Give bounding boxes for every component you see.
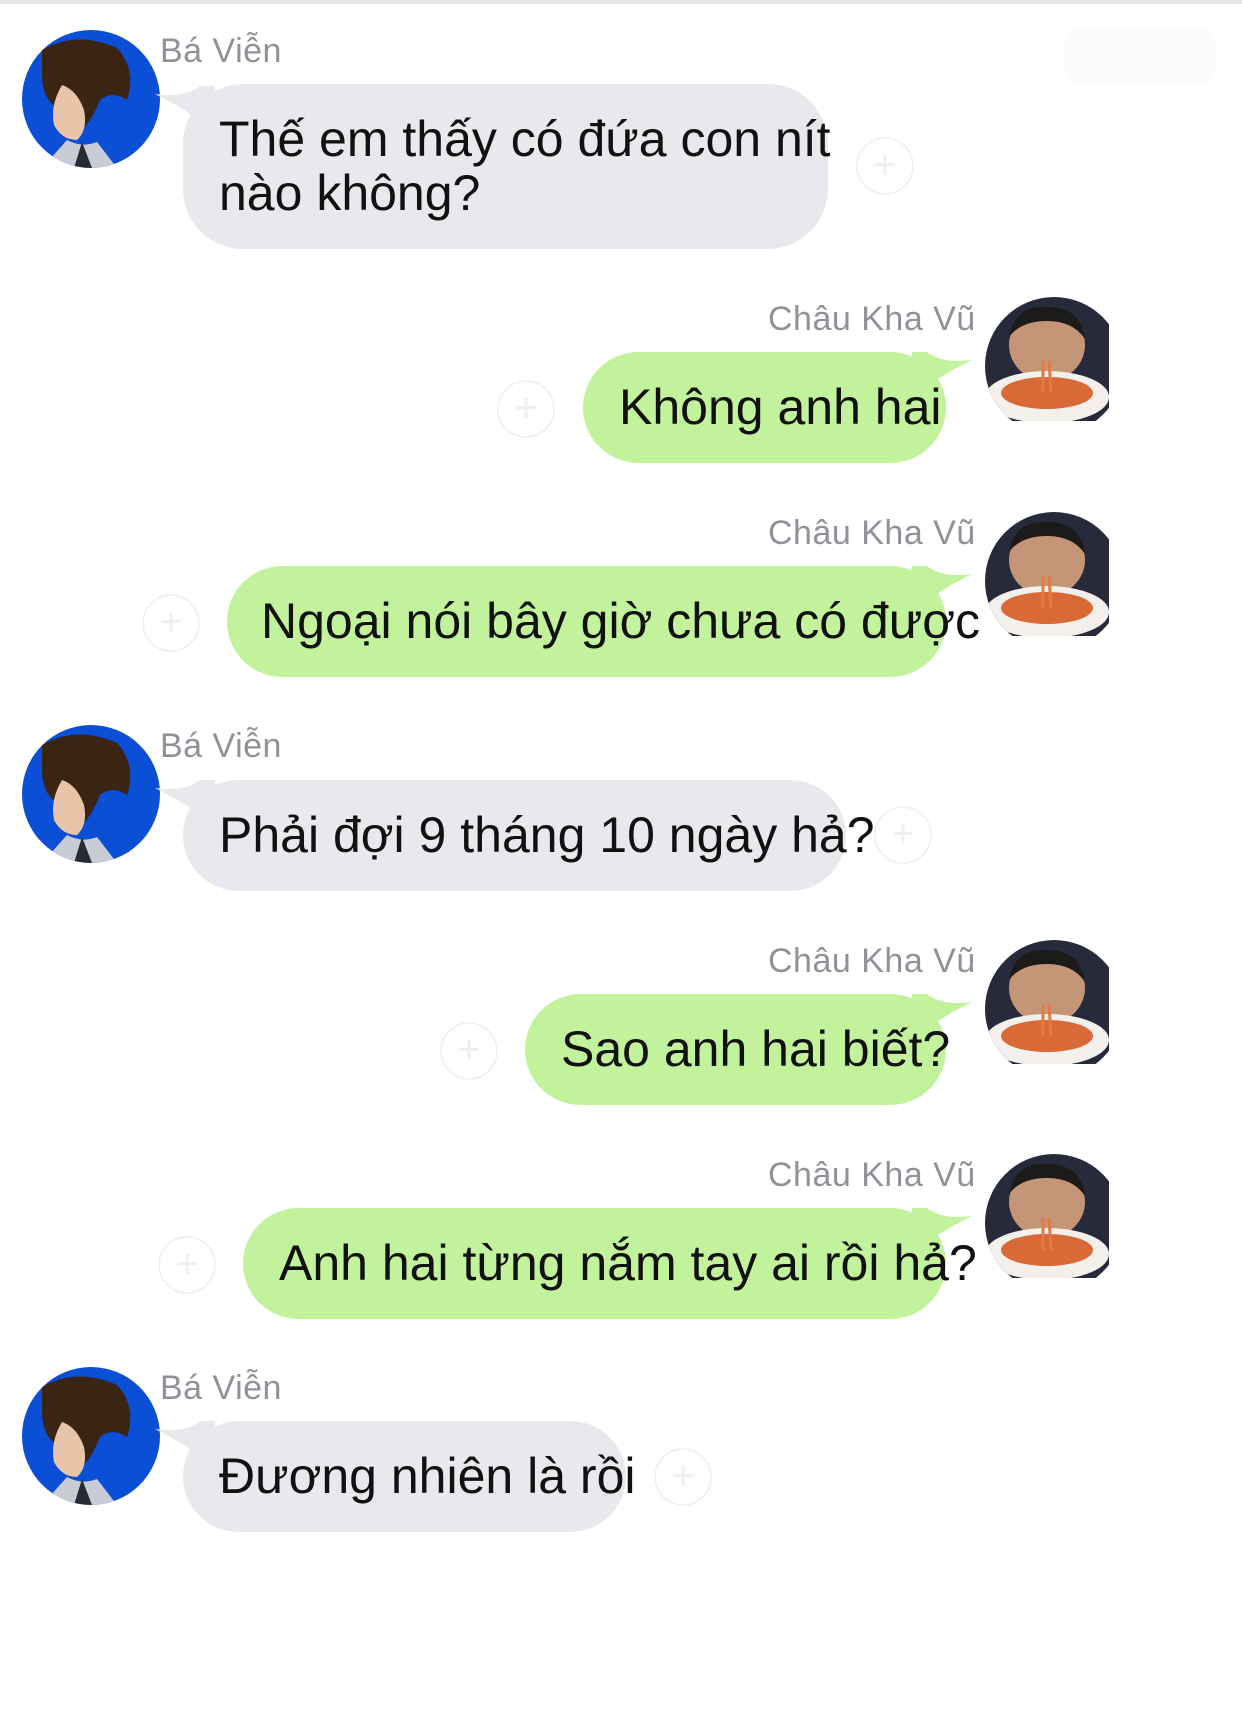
profile-photo-icon [985,1154,1109,1278]
avatar-chau-kha-vu[interactable] [985,297,1123,435]
plus-icon: + [891,812,915,856]
message-text-line: Ngoại nói bây giờ chưa có được [261,593,980,649]
profile-photo-icon [985,512,1109,636]
message-bubble[interactable]: Phải đợi 9 tháng 10 ngày hả? [183,780,875,891]
avatar-ba-vien[interactable] [22,1367,160,1505]
sender-name: Bá Viễn [160,1369,282,1407]
message-text-line: nào không? [219,165,481,221]
message-text-line: Đương nhiên là rồi [219,1448,636,1504]
message-bubble[interactable]: Ngoại nói bây giờ chưa có được [227,566,980,677]
sender-name: Châu Kha Vũ [768,942,976,980]
plus-icon: + [671,1454,695,1498]
avatar-ba-vien[interactable] [22,30,160,168]
message-text-line: Phải đợi 9 tháng 10 ngày hả? [219,807,875,863]
plus-icon: + [514,386,538,430]
profile-photo-icon [985,940,1109,1064]
message-bubble[interactable]: Không anh hai [583,352,946,463]
sender-name: Châu Kha Vũ [768,300,976,338]
avatar-chau-kha-vu[interactable] [985,1154,1123,1292]
reaction-button[interactable]: + [874,806,932,864]
message-text-line: Anh hai từng nắm tay ai rồi hả? [279,1235,977,1291]
message-bubble[interactable]: Thế em thấy có đứa con nít nào không? [183,84,831,249]
message-bubble[interactable]: Sao anh hai biết? [525,994,951,1105]
plus-icon: + [873,143,897,187]
avatar-chau-kha-vu[interactable] [985,512,1123,650]
plus-icon: + [457,1028,481,1072]
message-bubble[interactable]: Đương nhiên là rồi [183,1421,636,1532]
plus-icon: + [175,1242,199,1286]
faded-header-chip [1065,28,1215,86]
sender-name: Châu Kha Vũ [768,1156,976,1194]
profile-photo-icon [985,297,1109,421]
reaction-button[interactable]: + [158,1236,216,1294]
reaction-button[interactable]: + [142,594,200,652]
message-text-line: Thế em thấy có đứa con nít [219,111,831,167]
sender-name: Bá Viễn [160,32,282,70]
reaction-button[interactable]: + [654,1448,712,1506]
plus-icon: + [159,600,183,644]
message-bubble[interactable]: Anh hai từng nắm tay ai rồi hả? [243,1208,977,1319]
message-text-line: Sao anh hai biết? [561,1021,951,1077]
profile-photo-icon [22,30,160,168]
avatar-chau-kha-vu[interactable] [985,940,1123,1078]
profile-photo-icon [22,725,160,863]
avatar-ba-vien[interactable] [22,725,160,863]
sender-name: Châu Kha Vũ [768,514,976,552]
reaction-button[interactable]: + [497,380,555,438]
profile-photo-icon [22,1367,160,1505]
message-text-line: Không anh hai [619,379,942,435]
reaction-button[interactable]: + [856,137,914,195]
top-divider [0,0,1242,4]
reaction-button[interactable]: + [440,1022,498,1080]
sender-name: Bá Viễn [160,727,282,765]
